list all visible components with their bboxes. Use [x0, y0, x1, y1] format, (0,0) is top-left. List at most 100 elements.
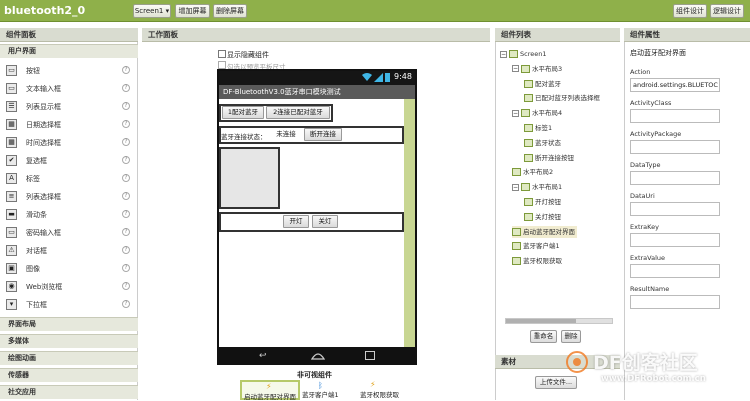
- tree-node[interactable]: 开灯按钮: [524, 196, 561, 208]
- tree-node[interactable]: 蓝牙状态: [524, 137, 561, 149]
- bluetooth-status-label: 蓝牙连接状态：: [221, 133, 267, 141]
- phone-scrollbar[interactable]: [404, 99, 415, 347]
- palette-item-timepicker[interactable]: ▦ 时间选择框?: [6, 135, 134, 151]
- timepicker-icon: ▦: [6, 137, 17, 148]
- show-hidden-label: 显示隐藏组件: [227, 51, 269, 59]
- nonvisible-item-bluetoothclient[interactable]: ᛒ 蓝牙客户端1: [300, 380, 360, 400]
- horizontal-layout-2[interactable]: [219, 147, 280, 209]
- tablet-preview-checkbox[interactable]: [218, 61, 226, 69]
- palette-item-label: 列表显示框: [26, 103, 61, 111]
- property-input[interactable]: [630, 171, 720, 185]
- palette-item-label[interactable]: A 标签?: [6, 171, 134, 187]
- palette-item-spinner[interactable]: ▾ 下拉框?: [6, 297, 134, 313]
- palette-item-slider[interactable]: ▬ 滑动条?: [6, 207, 134, 223]
- help-icon[interactable]: ?: [122, 102, 130, 110]
- tree-node-label: 关灯按钮: [535, 212, 561, 221]
- show-hidden-checkbox[interactable]: [218, 50, 226, 58]
- nonvisible-item-activitystarter[interactable]: ⚡ 启动蓝牙配对界面: [240, 380, 300, 401]
- palette-item-label: Web浏览框: [26, 283, 63, 291]
- tree-node[interactable]: 已配对蓝牙列表选择框: [524, 92, 600, 104]
- component-icon: [512, 227, 521, 236]
- palette-item-label: 标签: [26, 175, 40, 183]
- property-label: Action: [630, 68, 651, 76]
- nonvisible-item-permission[interactable]: ⚡ 蓝牙权限获取: [358, 380, 418, 400]
- palette-item-listview[interactable]: ☰ 列表显示框?: [6, 99, 134, 115]
- palette-section[interactable]: 传感器: [0, 368, 138, 382]
- tree-node[interactable]: − 水平布局4: [512, 107, 562, 119]
- tree-node[interactable]: − 水平布局3: [512, 63, 562, 75]
- palette-item-textbox[interactable]: ▭ 文本输入框?: [6, 81, 134, 97]
- tree-node[interactable]: 启动蓝牙配对界面: [512, 225, 577, 238]
- palette-section[interactable]: 界面布局: [0, 317, 138, 331]
- palette-item-listpicker[interactable]: ≡ 列表选择框?: [6, 189, 134, 205]
- light-off-button[interactable]: 关灯: [312, 215, 338, 228]
- palette-item-datepicker[interactable]: ▦ 日期选择框?: [6, 117, 134, 133]
- tree-node[interactable]: 蓝牙权限获取: [512, 255, 562, 267]
- rename-button[interactable]: 重命名: [530, 330, 557, 343]
- help-icon[interactable]: ?: [122, 210, 130, 218]
- palette-item-notifier[interactable]: ⚠ 对话框?: [6, 243, 134, 259]
- property-input[interactable]: [630, 233, 720, 247]
- palette-section[interactable]: 绘图动画: [0, 351, 138, 365]
- property-input[interactable]: android.settings.BLUETOC: [630, 78, 720, 92]
- property-input[interactable]: [630, 264, 720, 278]
- help-icon[interactable]: ?: [122, 246, 130, 254]
- help-icon[interactable]: ?: [122, 66, 130, 74]
- property-label: ActivityClass: [630, 99, 672, 107]
- palette-item-image[interactable]: ▣ 图像?: [6, 261, 134, 277]
- tree-node[interactable]: 配对蓝牙: [524, 78, 561, 90]
- tree-node[interactable]: 关灯按钮: [524, 211, 561, 223]
- add-screen-button[interactable]: 增加屏幕: [175, 4, 210, 18]
- remove-screen-button[interactable]: 删除屏幕: [213, 4, 247, 18]
- watermark-brand: DF创客社区: [593, 352, 698, 374]
- pair-bluetooth-button[interactable]: 1配对蓝牙: [222, 106, 264, 119]
- collapse-icon[interactable]: −: [512, 65, 519, 73]
- help-icon[interactable]: ?: [122, 84, 130, 92]
- help-icon[interactable]: ?: [122, 282, 130, 290]
- designer-button[interactable]: 组件设计: [673, 4, 707, 18]
- palette-section[interactable]: 多媒体: [0, 334, 138, 348]
- tree-node[interactable]: 水平布局2: [512, 166, 553, 178]
- palette-item-button[interactable]: ▭ 按钮?: [6, 63, 134, 79]
- palette-item-label: 日期选择框: [26, 121, 61, 129]
- screen-select[interactable]: Screen1 ▾: [133, 4, 171, 18]
- tree-node-label: 启动蓝牙配对界面: [523, 227, 575, 236]
- collapse-icon[interactable]: −: [512, 183, 519, 191]
- tree-node-label: 蓝牙状态: [535, 138, 561, 147]
- property-input[interactable]: [630, 295, 720, 309]
- tree-scrollbar[interactable]: [505, 318, 613, 324]
- blocks-button[interactable]: 逻辑设计: [710, 4, 744, 18]
- help-icon[interactable]: ?: [122, 300, 130, 308]
- property-input[interactable]: [630, 140, 720, 154]
- help-icon[interactable]: ?: [122, 138, 130, 146]
- palette-item-checkbox[interactable]: ✔ 复选框?: [6, 153, 134, 169]
- delete-button[interactable]: 删除: [561, 330, 581, 343]
- help-icon[interactable]: ?: [122, 228, 130, 236]
- property-input[interactable]: [630, 202, 720, 216]
- tree-node[interactable]: 标签1: [524, 122, 552, 134]
- tree-node[interactable]: − Screen1: [500, 48, 546, 60]
- property-input[interactable]: [630, 109, 720, 123]
- datepicker-icon: ▦: [6, 119, 17, 130]
- help-icon[interactable]: ?: [122, 174, 130, 182]
- tree-node[interactable]: − 水平布局1: [512, 181, 562, 193]
- palette-section[interactable]: 社交应用: [0, 385, 138, 399]
- tree-node-label: 配对蓝牙: [535, 79, 561, 88]
- paired-list-picker[interactable]: 2连接已配对蓝牙: [266, 106, 330, 119]
- collapse-icon[interactable]: −: [512, 109, 519, 117]
- disconnect-button[interactable]: 断开连接: [304, 128, 342, 141]
- tree-node[interactable]: 断开连接按钮: [524, 152, 574, 164]
- palette-item-webviewer[interactable]: ◉ Web浏览框?: [6, 279, 134, 295]
- light-on-button[interactable]: 开灯: [283, 215, 309, 228]
- help-icon[interactable]: ?: [122, 192, 130, 200]
- property-label: ExtraValue: [630, 254, 666, 262]
- tree-node[interactable]: 蓝牙客户端1: [512, 240, 560, 252]
- palette-item-passwordtextbox[interactable]: ▭ 密码输入框?: [6, 225, 134, 241]
- help-icon[interactable]: ?: [122, 156, 130, 164]
- help-icon[interactable]: ?: [122, 264, 130, 272]
- palette-section-user[interactable]: 用户界面: [0, 44, 138, 58]
- dfrobot-logo-icon: [565, 350, 589, 374]
- help-icon[interactable]: ?: [122, 120, 130, 128]
- collapse-icon[interactable]: −: [500, 50, 507, 58]
- nonvisible-title: 非可视组件: [297, 371, 332, 379]
